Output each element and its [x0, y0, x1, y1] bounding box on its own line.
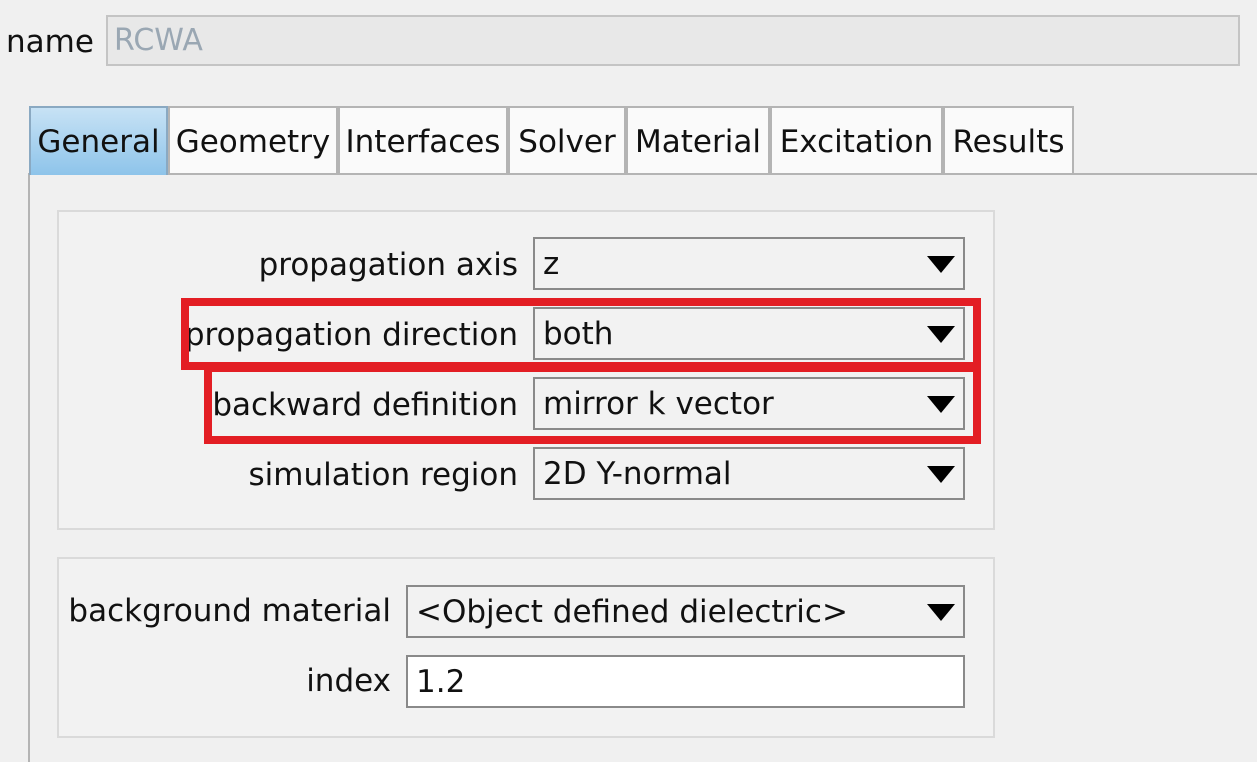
highlight-backward-definition	[204, 364, 981, 444]
tab-material[interactable]: Material	[626, 106, 770, 175]
tab-results[interactable]: Results	[943, 106, 1074, 175]
propagation-axis-label: propagation axis	[258, 247, 518, 283]
tab-excitation[interactable]: Excitation	[770, 106, 943, 175]
simulation-region-select[interactable]: 2D Y-normal	[533, 447, 965, 500]
index-label: index	[306, 663, 391, 699]
simulation-region-value: 2D Y-normal	[543, 456, 732, 492]
index-value: 1.2	[416, 664, 466, 700]
background-material-value: <Object defined dielectric>	[416, 594, 848, 630]
propagation-axis-value: z	[543, 246, 560, 282]
tab-interfaces[interactable]: Interfaces	[338, 106, 508, 175]
dropdown-arrow-icon	[927, 604, 955, 621]
index-input[interactable]: 1.2	[406, 655, 965, 708]
highlight-propagation-direction	[181, 298, 981, 370]
simulation-region-label: simulation region	[248, 457, 519, 493]
name-field[interactable]: RCWA	[106, 15, 1240, 66]
name-label: name	[6, 24, 94, 60]
propagation-axis-select[interactable]: z	[533, 237, 965, 290]
tab-solver[interactable]: Solver	[508, 106, 626, 175]
dropdown-arrow-icon	[927, 256, 955, 273]
tab-geometry[interactable]: Geometry	[168, 106, 338, 175]
background-material-select[interactable]: <Object defined dielectric>	[406, 585, 965, 638]
background-material-label: background material	[68, 593, 391, 629]
tab-general[interactable]: General	[29, 106, 168, 175]
dropdown-arrow-icon	[927, 466, 955, 483]
